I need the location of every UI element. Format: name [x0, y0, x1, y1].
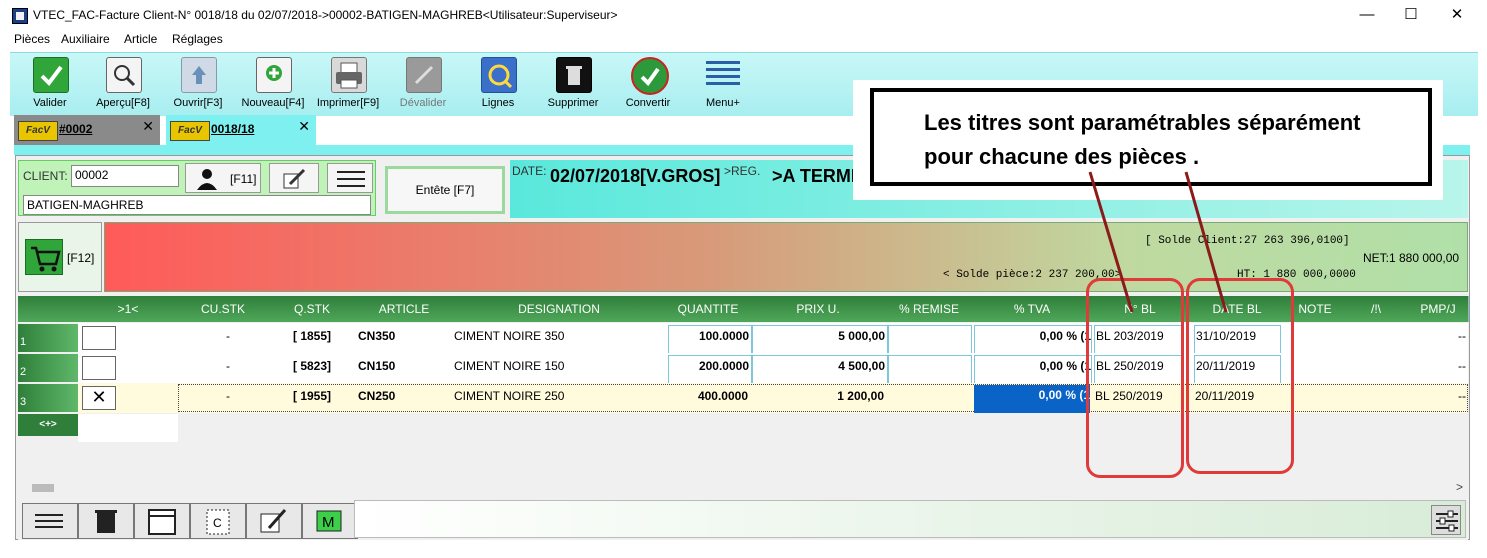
arrow-to-date-bl: [1184, 171, 1228, 313]
callout-arrows: [1088, 171, 1228, 313]
arrow-to-n-bl: [1088, 171, 1134, 313]
